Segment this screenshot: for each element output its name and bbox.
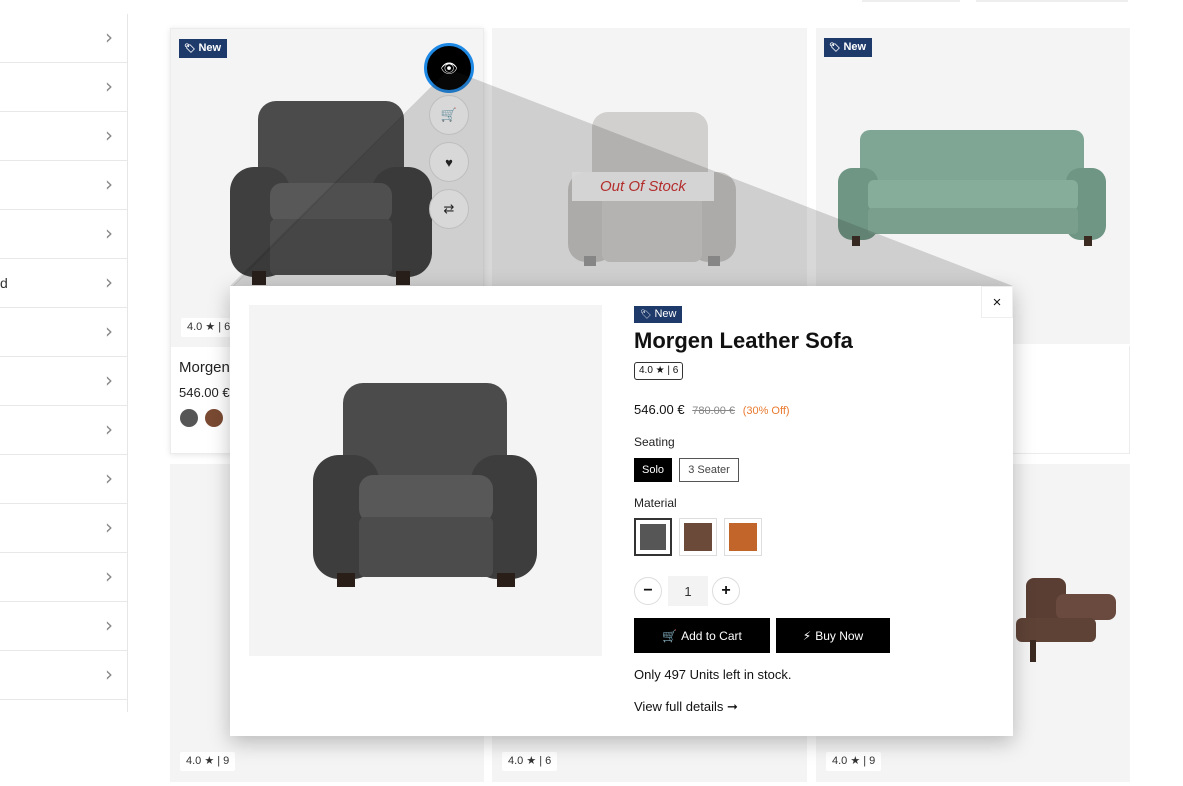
sidebar-category-item[interactable]: › bbox=[0, 308, 127, 357]
close-button[interactable]: × bbox=[981, 286, 1013, 318]
wishlist-button[interactable]: ♥ bbox=[429, 142, 469, 182]
seating-option-solo[interactable]: Solo bbox=[634, 458, 672, 482]
discount-label: (30% Off) bbox=[742, 405, 790, 417]
chevron-right-icon: › bbox=[105, 172, 113, 196]
sidebar-category-item[interactable]: › bbox=[0, 602, 127, 651]
cart-icon: 🛒 bbox=[440, 107, 458, 122]
sidebar-category-item[interactable]: › bbox=[0, 651, 127, 700]
out-of-stock-label: Out Of Stock bbox=[572, 172, 714, 201]
product-rating: 4.0 ★ | 6 bbox=[502, 752, 558, 771]
compare-button[interactable]: ⇄ bbox=[429, 189, 469, 229]
close-icon: × bbox=[992, 293, 1002, 311]
tag-icon: 🏷 bbox=[829, 42, 841, 52]
new-badge: 🏷 New bbox=[824, 38, 873, 57]
material-swatch-grey[interactable] bbox=[634, 518, 672, 556]
add-to-cart-button[interactable]: 🛒 Add to Cart bbox=[634, 618, 770, 653]
sidebar-category-item[interactable]: › bbox=[0, 63, 127, 112]
swatch-brown[interactable] bbox=[205, 409, 223, 427]
sidebar-category-item[interactable]: › bbox=[0, 455, 127, 504]
chevron-right-icon: › bbox=[105, 319, 113, 343]
bolt-icon: ⚡ bbox=[802, 628, 812, 643]
chevron-right-icon: › bbox=[105, 662, 113, 686]
swatch-grey[interactable] bbox=[180, 409, 198, 427]
chevron-right-icon: › bbox=[105, 368, 113, 392]
product-rating: 4.0 ★ | 9 bbox=[180, 752, 236, 771]
sidebar-category-item[interactable]: › bbox=[0, 14, 127, 63]
chevron-right-icon: › bbox=[105, 221, 113, 245]
category-sidebar: › › › › › d › › › › › › › › › bbox=[0, 14, 128, 712]
tag-icon: 🏷 bbox=[184, 43, 196, 53]
chevron-right-icon: › bbox=[105, 466, 113, 490]
quantity-decrease-button[interactable]: − bbox=[634, 577, 662, 605]
cart-icon: 🛒 bbox=[662, 628, 678, 643]
quick-view-modal: × 🏷 New Morgen Leather Sofa 4.0 ★ | 6 546… bbox=[230, 286, 1013, 736]
material-swatch-tan[interactable] bbox=[724, 518, 762, 556]
product-rating: 4.0 ★ | 6 bbox=[181, 318, 237, 337]
material-swatch-brown[interactable] bbox=[679, 518, 717, 556]
top-divider-2 bbox=[976, 0, 1128, 2]
chevron-right-icon: › bbox=[105, 613, 113, 637]
chevron-right-icon: › bbox=[105, 74, 113, 98]
modal-product-image[interactable] bbox=[249, 305, 602, 656]
sidebar-category-item[interactable]: › bbox=[0, 161, 127, 210]
top-divider-1 bbox=[862, 0, 960, 2]
new-badge: 🏷 New bbox=[179, 39, 228, 58]
product-price: 546.00 € bbox=[179, 385, 230, 400]
current-price: 546.00 € bbox=[634, 402, 685, 417]
seating-option-3-seater[interactable]: 3 Seater bbox=[679, 458, 739, 482]
modal-new-badge: 🏷 New bbox=[634, 306, 683, 323]
product-name[interactable]: Morgen bbox=[179, 359, 230, 376]
sidebar-category-item[interactable]: › bbox=[0, 553, 127, 602]
armchair-image bbox=[313, 383, 537, 587]
sidebar-category-item[interactable]: › bbox=[0, 210, 127, 259]
eye-icon: 👁 bbox=[440, 59, 458, 76]
chevron-right-icon: › bbox=[105, 123, 113, 147]
sidebar-category-item[interactable]: › bbox=[0, 112, 127, 161]
product-rating: 4.0 ★ | 6 bbox=[634, 362, 684, 380]
sidebar-category-item[interactable]: › bbox=[0, 406, 127, 455]
chevron-right-icon: › bbox=[105, 417, 113, 441]
chevron-right-icon: › bbox=[105, 25, 113, 49]
buy-now-button[interactable]: ⚡ Buy Now bbox=[776, 618, 890, 653]
original-price: 780.00 € bbox=[692, 405, 736, 417]
quantity-increase-button[interactable]: + bbox=[712, 577, 740, 605]
seating-label: Seating bbox=[634, 435, 675, 449]
compare-icon: ⇄ bbox=[443, 201, 455, 216]
quick-view-button[interactable]: 👁 bbox=[424, 43, 474, 93]
chevron-right-icon: › bbox=[105, 564, 113, 588]
view-full-details-link[interactable]: View full details ➞ bbox=[634, 699, 738, 715]
product-image[interactable] bbox=[1006, 564, 1126, 674]
tag-icon: 🏷 bbox=[640, 309, 652, 319]
heart-icon: ♥ bbox=[445, 154, 453, 170]
product-rating: 4.0 ★ | 9 bbox=[826, 752, 882, 771]
quantity-input[interactable] bbox=[668, 576, 708, 606]
product-title: Morgen Leather Sofa bbox=[634, 328, 853, 353]
add-to-cart-icon-button[interactable]: 🛒 bbox=[429, 95, 469, 135]
product-image[interactable] bbox=[226, 95, 436, 295]
chevron-right-icon: › bbox=[105, 515, 113, 539]
chevron-right-icon: › bbox=[105, 270, 113, 294]
sidebar-category-item[interactable]: › bbox=[0, 504, 127, 553]
sidebar-category-item[interactable]: d › bbox=[0, 259, 127, 308]
product-image[interactable] bbox=[838, 128, 1108, 248]
price-row: 546.00 € 780.00 € (30% Off) bbox=[634, 402, 790, 417]
sidebar-item-label: d bbox=[0, 275, 8, 291]
sidebar-category-item[interactable]: › bbox=[0, 357, 127, 406]
stock-message: Only 497 Units left in stock. bbox=[634, 667, 792, 682]
material-label: Material bbox=[634, 496, 677, 510]
